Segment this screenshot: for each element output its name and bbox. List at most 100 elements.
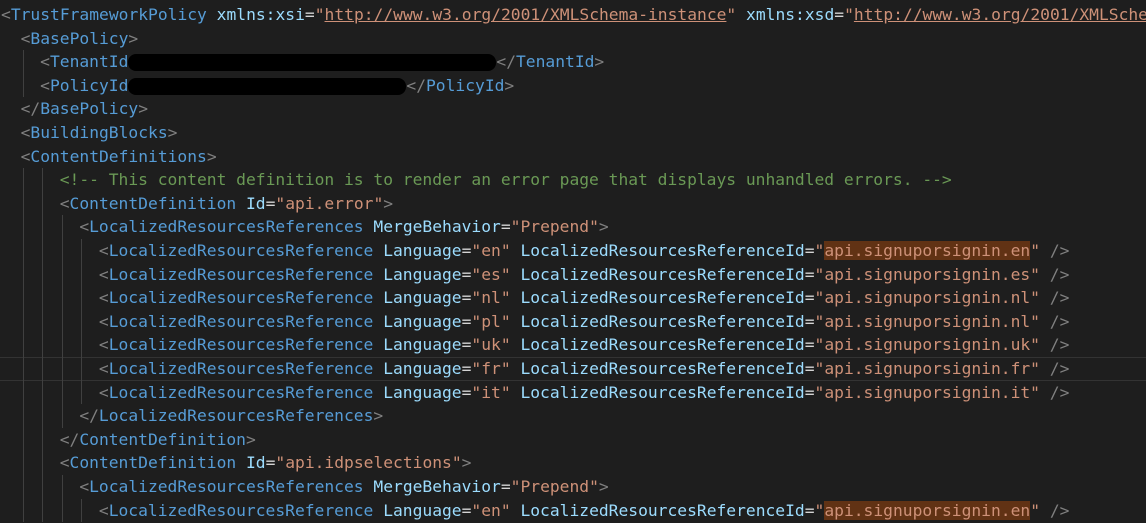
code-editor[interactable]: <TrustFrameworkPolicy xmlns:xsi="http://… xyxy=(0,0,1146,523)
xml-tag-name: LocalizedResourcesReferences xyxy=(89,217,364,237)
code-line[interactable]: </ContentDefinition> xyxy=(0,427,1146,452)
xml-punctuation: /> xyxy=(1049,500,1070,520)
code-line[interactable]: <LocalizedResourcesReference Language="e… xyxy=(0,262,1146,287)
xml-attribute-value: " xyxy=(814,500,825,520)
xml-attribute-value: "api.signuporsignin.uk" xyxy=(814,335,1040,355)
xml-equals: = xyxy=(834,5,845,24)
xml-equals: = xyxy=(461,359,472,378)
indent-guide xyxy=(22,475,24,499)
code-content: <LocalizedResourcesReference Language="e… xyxy=(99,239,1069,263)
code-line[interactable]: <ContentDefinitions> xyxy=(0,145,1146,169)
xml-attribute-name: LocalizedResourcesReferenceId xyxy=(520,335,805,355)
indent-guide xyxy=(42,498,44,523)
indent-guide xyxy=(61,357,63,381)
xml-attribute-value: "api.error" xyxy=(275,193,384,213)
xml-tag-name: LocalizedResourcesReference xyxy=(108,382,374,402)
xml-punctuation: > xyxy=(598,217,609,237)
xml-punctuation: < xyxy=(79,477,90,496)
indent-guide xyxy=(42,239,44,263)
xml-punctuation: </ xyxy=(20,99,41,119)
code-line[interactable]: <LocalizedResourcesReference Language="n… xyxy=(0,286,1146,310)
xml-attribute-value: "uk" xyxy=(471,335,511,355)
xml-equals: = xyxy=(265,453,276,473)
code-line[interactable]: </LocalizedResourcesReferences> xyxy=(0,404,1146,428)
xml-punctuation: < xyxy=(98,264,109,284)
code-content: <ContentDefinition Id="api.error"> xyxy=(60,192,393,216)
code-line[interactable]: <LocalizedResourcesReference Language="e… xyxy=(0,498,1146,523)
xml-punctuation: </ xyxy=(406,75,426,95)
code-line[interactable]: <ContentDefinition Id="api.error"> xyxy=(0,191,1146,216)
code-line[interactable]: <!-- This content definition is to rende… xyxy=(0,168,1146,192)
xml-punctuation: /> xyxy=(1049,264,1070,284)
indent-guide xyxy=(42,427,44,452)
xml-punctuation: < xyxy=(20,146,31,166)
indent-guide xyxy=(22,451,24,475)
xml-tag-name: BasePolicy xyxy=(40,99,139,119)
xml-tag-name: LocalizedResourcesReference xyxy=(108,311,374,331)
code-content: <LocalizedResourcesReference Language="u… xyxy=(99,333,1070,357)
code-line[interactable]: <LocalizedResourcesReference Language="p… xyxy=(0,309,1146,334)
xml-punctuation: </ xyxy=(59,429,80,449)
xml-attribute-name: Language xyxy=(383,500,462,520)
xml-equals: = xyxy=(461,335,472,355)
code-line[interactable]: <LocalizedResourcesReference Language="f… xyxy=(0,357,1146,381)
xml-punctuation: < xyxy=(20,28,31,48)
code-line[interactable]: <LocalizedResourcesReferences MergeBehav… xyxy=(0,475,1146,499)
code-line[interactable]: <ContentDefinition Id="api.idpselections… xyxy=(0,451,1146,475)
code-line[interactable]: <LocalizedResourcesReferences MergeBehav… xyxy=(0,215,1146,239)
xml-tag-name: LocalizedResourcesReference xyxy=(108,241,374,260)
xml-tag-name: LocalizedResourcesReferences xyxy=(98,406,374,426)
xml-tag-name: ContentDefinitions xyxy=(30,146,207,166)
xml-attribute-name: Language xyxy=(383,382,462,402)
xml-punctuation: > xyxy=(206,146,217,166)
xml-tag-name: PolicyId xyxy=(49,75,129,95)
xml-punctuation: < xyxy=(98,288,109,308)
code-line[interactable]: <LocalizedResourcesReference Language="e… xyxy=(0,239,1146,263)
indent-guide xyxy=(61,215,63,239)
code-line[interactable]: <TrustFrameworkPolicy xmlns:xsi="http://… xyxy=(0,3,1146,27)
xml-equals: = xyxy=(461,288,472,308)
indent-guide xyxy=(22,380,24,405)
code-line[interactable]: <BuildingBlocks> xyxy=(0,121,1146,145)
xml-tag-name: LocalizedResourcesReference xyxy=(108,335,374,355)
indent-guide xyxy=(22,262,24,287)
xml-attribute-name: LocalizedResourcesReferenceId xyxy=(520,382,805,402)
xml-punctuation: < xyxy=(20,123,31,142)
xml-attribute-name: LocalizedResourcesReferenceId xyxy=(520,241,805,260)
xml-attribute-name: xmlns:xsi xyxy=(216,5,305,24)
xml-equals: = xyxy=(461,500,472,520)
xml-attribute-name: LocalizedResourcesReferenceId xyxy=(520,359,805,378)
indent-guide xyxy=(81,286,83,310)
code-content: <LocalizedResourcesReference Language="p… xyxy=(99,310,1070,334)
code-content: <LocalizedResourcesReference Language="e… xyxy=(99,263,1070,287)
code-line[interactable]: <LocalizedResourcesReference Language="i… xyxy=(0,380,1146,405)
xml-attribute-value: " xyxy=(1030,241,1041,260)
indent-guide xyxy=(42,309,44,334)
indent-guide xyxy=(81,333,83,357)
xml-equals: = xyxy=(461,382,472,402)
xml-punctuation: > xyxy=(504,75,515,95)
xml-attribute-name: LocalizedResourcesReferenceId xyxy=(520,311,805,331)
code-line[interactable]: <LocalizedResourcesReference Language="u… xyxy=(0,333,1146,357)
code-content: <ContentDefinition Id="api.idpselections… xyxy=(60,451,472,475)
code-line[interactable]: <PolicyId </PolicyId> xyxy=(0,73,1146,98)
xml-attribute-value: " xyxy=(814,241,825,260)
code-line[interactable]: <BasePolicy> xyxy=(0,27,1146,51)
xml-punctuation: < xyxy=(40,52,50,72)
xml-punctuation: > xyxy=(373,406,384,426)
xml-tag-name: BuildingBlocks xyxy=(30,123,168,142)
code-line[interactable]: </BasePolicy> xyxy=(0,97,1146,121)
indent-guide xyxy=(61,475,63,499)
code-line[interactable]: <TenantId </TenantId> xyxy=(0,50,1146,74)
xml-punctuation: < xyxy=(98,335,109,355)
